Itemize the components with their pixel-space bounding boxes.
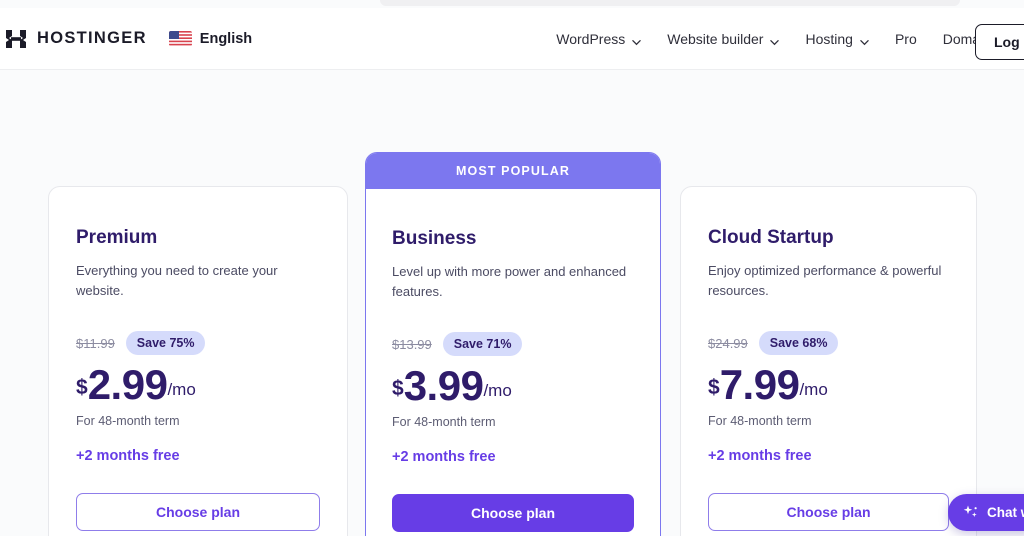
price-comparison-row: $24.99 Save 68% — [708, 331, 949, 356]
plan-card-cloud-startup: Cloud Startup Enjoy optimized performanc… — [680, 186, 977, 536]
plan-name: Premium — [76, 227, 158, 248]
plan-name: Cloud Startup — [708, 227, 834, 248]
plan-description: Enjoy optimized performance & powerful r… — [708, 263, 942, 299]
chevron-down-icon — [770, 34, 780, 46]
old-price: $11.99 — [76, 335, 115, 351]
chat-widget-label: Chat wi — [987, 505, 1024, 520]
chevron-down-icon — [632, 34, 641, 46]
language-label: English — [199, 30, 253, 47]
site-header: HOSTINGER English WordPress Website buil… — [0, 8, 1024, 70]
price-amount: 7.99 — [719, 361, 800, 409]
login-button[interactable]: Log in — [975, 24, 1024, 60]
save-badge: Save 75% — [125, 331, 206, 356]
hostinger-h-logo-icon — [4, 27, 28, 51]
currency-symbol: $ — [392, 377, 404, 401]
billing-term: For 48-month term — [392, 415, 496, 430]
price-period: /mo — [483, 381, 512, 401]
price-period: /mo — [799, 380, 828, 400]
nav-item-hosting[interactable]: Hosting — [805, 30, 869, 47]
chat-widget-button[interactable]: Chat wi — [948, 494, 1024, 531]
save-badge: Save 68% — [758, 331, 839, 356]
choose-plan-button[interactable]: Choose plan — [392, 494, 634, 533]
price-amount: 2.99 — [87, 361, 168, 409]
currency-symbol: $ — [708, 376, 720, 400]
nav-label: Website builder — [667, 30, 764, 47]
choose-plan-button[interactable]: Choose plan — [76, 493, 320, 532]
nav-item-wordpress[interactable]: WordPress — [556, 31, 641, 47]
scrolled-banner-sliver — [380, 0, 960, 6]
nav-item-website-builder[interactable]: Website builder — [667, 30, 780, 47]
plan-card-premium: Premium Everything you need to create yo… — [48, 186, 348, 536]
plan-card-business: MOST POPULAR Business Level up with more… — [365, 152, 661, 536]
save-badge: Save 71% — [442, 332, 523, 357]
price-comparison-row: $11.99 Save 75% — [76, 331, 320, 356]
plan-name: Business — [392, 228, 477, 249]
plan-description: Everything you need to create your websi… — [76, 263, 278, 299]
sparkle-icon — [962, 504, 979, 521]
page-root: HOSTINGER English WordPress Website buil… — [0, 0, 1024, 536]
choose-plan-button[interactable]: Choose plan — [708, 493, 949, 532]
nav-label: WordPress — [556, 30, 626, 47]
chevron-down-icon — [860, 34, 869, 46]
current-price: $ 2.99 /mo — [76, 361, 320, 409]
plan-description: Level up with more power and enhanced fe… — [392, 264, 627, 300]
brand-name: HOSTINGER — [37, 29, 147, 47]
nav-label: Hosting — [805, 30, 853, 47]
price-period: /mo — [167, 380, 196, 400]
old-price: $13.99 — [392, 336, 432, 352]
brand-logo[interactable]: HOSTINGER — [4, 27, 147, 51]
old-price: $24.99 — [708, 335, 748, 351]
us-flag-icon — [168, 31, 192, 46]
most-popular-ribbon: MOST POPULAR — [366, 153, 660, 189]
pricing-cards: Premium Everything you need to create yo… — [0, 70, 1024, 536]
nav-label: Pro — [894, 30, 917, 47]
currency-symbol: $ — [76, 376, 88, 400]
billing-term: For 48-month term — [76, 414, 180, 429]
price-comparison-row: $13.99 Save 71% — [392, 332, 634, 357]
current-price: $ 3.99 /mo — [392, 362, 634, 410]
primary-nav: WordPress Website builder Hosting Pro Do… — [556, 31, 1024, 47]
language-selector[interactable]: English — [168, 30, 253, 47]
current-price: $ 7.99 /mo — [708, 361, 949, 409]
billing-term: For 48-month term — [708, 414, 812, 429]
bonus-months: +2 months free — [76, 448, 180, 465]
bonus-months: +2 months free — [392, 449, 496, 466]
price-amount: 3.99 — [403, 362, 484, 410]
nav-item-pro[interactable]: Pro — [895, 31, 917, 47]
bonus-months: +2 months free — [708, 448, 812, 465]
